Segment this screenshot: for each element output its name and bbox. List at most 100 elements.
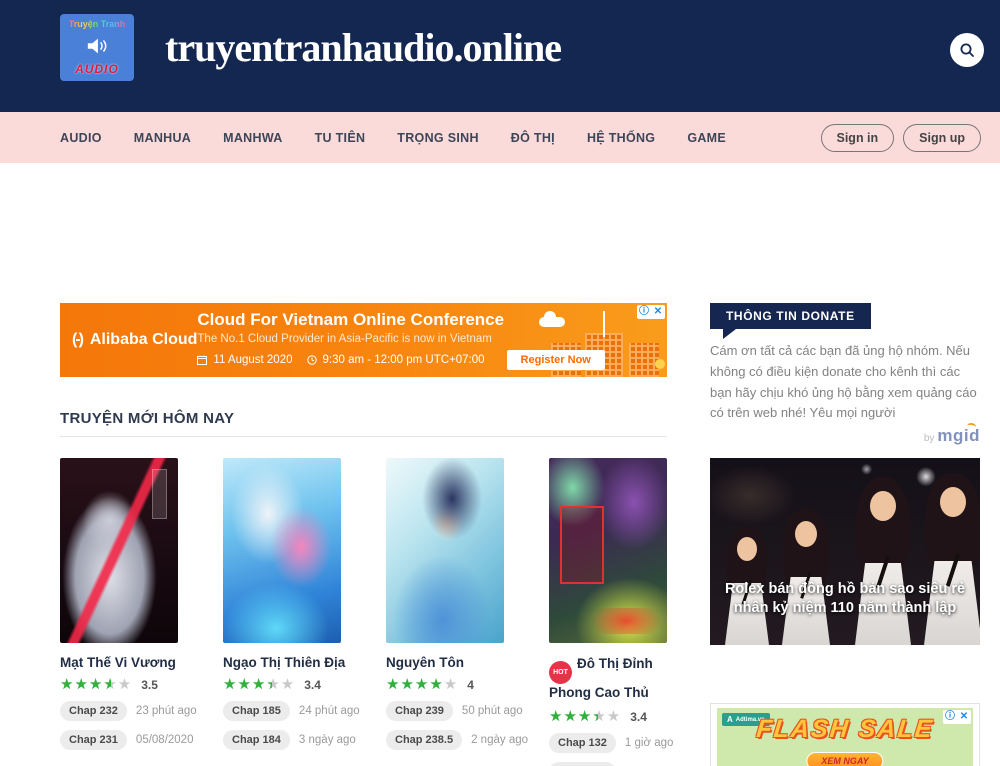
chapter-time: 2 ngày ago <box>471 734 528 746</box>
comic-card: HOTĐô Thị Đỉnh Phong Cao Thủ ★★★★★★★★★★ … <box>549 458 667 766</box>
rating-value: 3.5 <box>141 678 158 692</box>
auth-buttons: Sign in Sign up <box>821 112 982 163</box>
page: Truyện Tranh AUDIO truyentranhaudio.onli… <box>0 0 1000 766</box>
chapter-badge[interactable]: Chap 185 <box>223 701 290 721</box>
chapter-badge[interactable]: Chap 232 <box>60 701 127 721</box>
comic-title[interactable]: Mạt Thế Vi Vương <box>60 655 178 670</box>
search-icon <box>958 41 976 59</box>
sponsored-ad-caption[interactable]: Rolex bán đồng hồ bản sao siêu rẻ nhân k… <box>710 580 980 618</box>
rating-row: ★★★★★★★★★★ 4 <box>386 677 504 692</box>
advertiser-logo: (-) Alibaba Cloud <box>60 331 197 349</box>
ad-choices: ⓘ ✕ <box>637 305 665 319</box>
chapter-row: Chap 238.5 2 ngày ago <box>386 730 504 750</box>
calendar-icon <box>197 355 207 365</box>
ad-choices: ⓘ ✕ <box>943 710 971 724</box>
chapter-row: Chap 239 50 phút ago <box>386 701 504 721</box>
chapter-badge[interactable]: Chap 132 <box>549 733 616 753</box>
chapter-time: 05/08/2020 <box>136 734 194 746</box>
star-rating[interactable]: ★★★★★★★★★★ <box>60 677 132 692</box>
chapter-row: Chap 131 05/08/2020 <box>549 762 667 766</box>
rating-row: ★★★★★★★★★★ 3.5 <box>60 677 178 692</box>
chapter-badge[interactable]: Chap 239 <box>386 701 453 721</box>
main-nav: AUDIO MANHUA MANHWA TU TIÊN TRỌNG SINH Đ… <box>0 112 1000 163</box>
nav-item-he-thong[interactable]: HỆ THỐNG <box>587 131 655 145</box>
comic-card: Mạt Thế Vi Vương ★★★★★★★★★★ 3.5 Chap 232… <box>60 458 178 766</box>
mgid-by-label: by <box>924 433 935 444</box>
speaker-icon <box>86 37 108 55</box>
site-title[interactable]: truyentranhaudio.online <box>165 24 561 71</box>
rating-value: 3.4 <box>630 710 647 724</box>
chapter-badge[interactable]: Chap 238.5 <box>386 730 462 750</box>
mgid-logo: mgid <box>937 426 980 445</box>
ad-time: 9:30 am - 12:00 pm UTC+07:00 <box>323 354 485 366</box>
donate-heading: THÔNG TIN DONATE <box>710 303 871 329</box>
nav-item-tu-tien[interactable]: TU TIÊN <box>315 131 366 145</box>
comic-cover[interactable] <box>60 458 178 643</box>
site-logo[interactable]: Truyện Tranh AUDIO <box>60 14 134 81</box>
alibaba-ad-banner[interactable]: (-) Alibaba Cloud Cloud For Vietnam Onli… <box>60 303 667 377</box>
chapter-row: Chap 231 05/08/2020 <box>60 730 178 750</box>
chapter-row: Chap 184 3 ngày ago <box>223 730 341 750</box>
sign-in-button[interactable]: Sign in <box>821 124 895 152</box>
nav-item-game[interactable]: GAME <box>687 131 726 145</box>
chapter-time: 3 ngày ago <box>299 734 356 746</box>
section-title: TRUYỆN MỚI HÔM NAY <box>60 410 234 427</box>
chapter-badge[interactable]: Chap 231 <box>60 730 127 750</box>
chapter-row: Chap 132 1 giờ ago <box>549 733 667 753</box>
rating-row: ★★★★★★★★★★ 3.4 <box>223 677 341 692</box>
xem-ngay-button[interactable]: XEM NGAY <box>806 752 883 766</box>
flash-sale-ad-container: A Adtima.vn FLASH SALE XEM NGAY ⓘ ✕ <box>710 703 980 766</box>
ad-close-icon[interactable]: ✕ <box>957 710 971 724</box>
logo-text-top: Truyện Tranh <box>69 19 126 29</box>
chapter-time: 1 giờ ago <box>625 737 673 749</box>
chapter-badge[interactable]: Chap 184 <box>223 730 290 750</box>
rating-row: ★★★★★★★★★★ 3.4 <box>549 709 667 724</box>
logo-text-audio: AUDIO <box>75 62 119 76</box>
ad-info-icon[interactable]: ⓘ <box>943 710 957 724</box>
advertiser-name: Alibaba Cloud <box>90 331 198 348</box>
comic-title[interactable]: Nguyên Tôn <box>386 655 504 670</box>
ad-title: Cloud For Vietnam Online Conference <box>197 310 604 330</box>
sign-up-button[interactable]: Sign up <box>903 124 981 152</box>
chapter-row: Chap 232 23 phút ago <box>60 701 178 721</box>
nav-items: AUDIO MANHUA MANHWA TU TIÊN TRỌNG SINH Đ… <box>60 131 726 145</box>
ad-meta-row: 11 August 2020 9:30 am - 12:00 pm UTC+07… <box>197 350 604 370</box>
chapter-row: Chap 185 24 phút ago <box>223 701 341 721</box>
star-rating[interactable]: ★★★★★★★★★★ <box>386 677 458 692</box>
mgid-attribution[interactable]: bymgid <box>710 426 980 446</box>
star-rating[interactable]: ★★★★★★★★★★ <box>549 709 621 724</box>
nav-item-do-thi[interactable]: ĐÔ THỊ <box>511 131 555 145</box>
chapter-time: 23 phút ago <box>136 705 197 717</box>
comic-cover[interactable] <box>549 458 667 643</box>
alibaba-logo-mark: (-) <box>72 331 82 348</box>
chapter-time: 24 phút ago <box>299 705 360 717</box>
comic-title[interactable]: Ngạo Thị Thiên Địa <box>223 655 341 670</box>
header: Truyện Tranh AUDIO truyentranhaudio.onli… <box>0 0 1000 112</box>
chapter-badge[interactable]: Chap 131 <box>549 762 616 766</box>
nav-item-trong-sinh[interactable]: TRỌNG SINH <box>397 131 478 145</box>
photo-figure <box>774 509 838 645</box>
ad-subtitle: The No.1 Cloud Provider in Asia-Pacific … <box>197 333 604 345</box>
comic-cover[interactable] <box>223 458 341 643</box>
section-divider <box>60 436 667 437</box>
nav-item-audio[interactable]: AUDIO <box>60 131 102 145</box>
flash-sale-title: FLASH SALE <box>717 715 973 744</box>
chapter-time: 50 phút ago <box>462 705 523 717</box>
register-now-button[interactable]: Register Now <box>507 350 605 370</box>
photo-figure <box>846 477 920 645</box>
nav-item-manhua[interactable]: MANHUA <box>134 131 191 145</box>
donate-text: Cám ơn tất cả các bạn đã ủng hộ nhóm. Nế… <box>710 341 982 424</box>
clock-icon <box>307 355 317 365</box>
comic-card: Ngạo Thị Thiên Địa ★★★★★★★★★★ 3.4 Chap 1… <box>223 458 341 766</box>
star-rating[interactable]: ★★★★★★★★★★ <box>223 677 295 692</box>
photo-figure <box>914 473 980 645</box>
ad-content: Cloud For Vietnam Online Conference The … <box>197 310 604 370</box>
ad-close-icon[interactable]: ✕ <box>651 305 665 319</box>
ad-info-icon[interactable]: ⓘ <box>637 305 651 319</box>
comic-title[interactable]: HOTĐô Thị Đỉnh Phong Cao Thủ <box>549 655 667 702</box>
comic-cover[interactable] <box>386 458 504 643</box>
rating-value: 4 <box>467 678 474 692</box>
flash-sale-ad[interactable]: A Adtima.vn FLASH SALE XEM NGAY ⓘ ✕ <box>717 708 973 766</box>
nav-item-manhwa[interactable]: MANHWA <box>223 131 282 145</box>
search-button[interactable] <box>950 33 984 67</box>
